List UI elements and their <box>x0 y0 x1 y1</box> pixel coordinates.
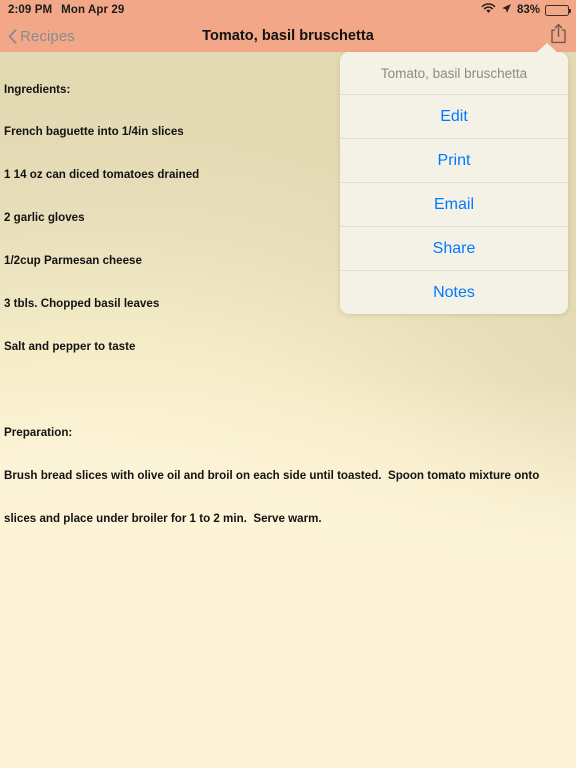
page-title: Tomato, basil bruschetta <box>202 28 374 44</box>
ingredient-line: Salt and pepper to taste <box>4 339 136 353</box>
battery-icon <box>545 4 572 16</box>
battery-percent-label: 83% <box>516 4 540 16</box>
popover-arrow <box>536 43 558 53</box>
popover-item-label: Notes <box>433 283 475 301</box>
popover-item-label: Share <box>432 239 476 257</box>
popover-item-email[interactable]: Email <box>340 182 568 226</box>
preparation-line: Brush bread slices with olive oil and br… <box>4 468 540 482</box>
popover-body: Tomato, basil bruschetta Edit Print Emai… <box>340 52 568 314</box>
popover-item-label: Edit <box>440 107 468 125</box>
status-date: Mon Apr 29 <box>61 4 125 16</box>
preparation-heading: Preparation: <box>4 425 73 439</box>
navigation-bar: Recipes Tomato, basil bruschetta <box>0 20 576 52</box>
status-bar-right: 83% <box>481 3 572 17</box>
popover-item-print[interactable]: Print <box>340 138 568 182</box>
popover-item-label: Email <box>433 195 474 213</box>
popover-item-edit[interactable]: Edit <box>340 94 568 138</box>
share-popover: Tomato, basil bruschetta Edit Print Emai… <box>340 43 568 314</box>
popover-item-notes[interactable]: Notes <box>340 270 568 314</box>
location-arrow-icon <box>501 3 512 17</box>
status-bar-left: 2:09 PM Mon Apr 29 <box>8 4 124 16</box>
popover-item-label: Print <box>437 151 471 169</box>
status-time: 2:09 PM <box>8 4 53 16</box>
status-bar: 2:09 PM Mon Apr 29 83% <box>0 0 576 20</box>
app-screen: 2:09 PM Mon Apr 29 83% Recipes Tomato, b… <box>0 0 576 768</box>
popover-header-title: Tomato, basil bruschetta <box>340 52 568 94</box>
popover-item-share[interactable]: Share <box>340 226 568 270</box>
wifi-icon <box>481 3 496 17</box>
preparation-line: slices and place under broiler for 1 to … <box>4 511 322 525</box>
